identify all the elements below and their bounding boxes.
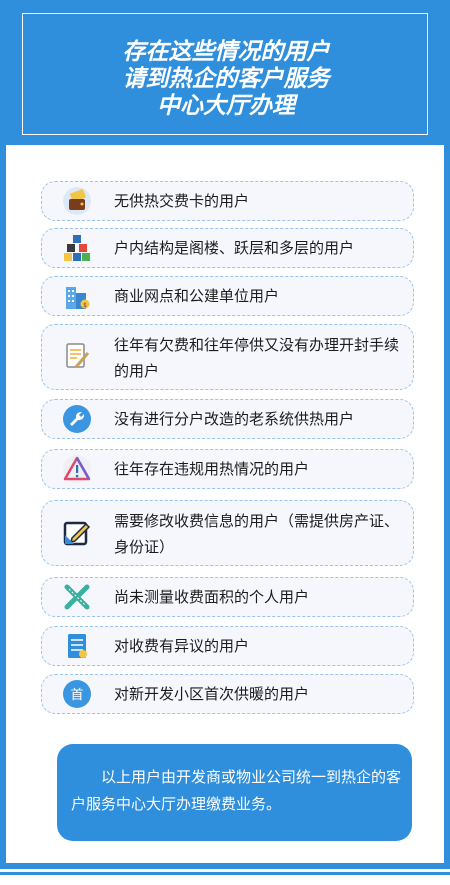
list-item: 没有进行分户改造的老系统供热用户 xyxy=(41,399,414,439)
list-item: 对收费有异议的用户 xyxy=(41,626,414,666)
list-item: 往年有欠费和往年停供又没有办理开封手续的用户 xyxy=(41,324,414,390)
warning-icon xyxy=(62,454,92,484)
footer-note-text: 以上用户由开发商或物业公司统一到热企的客户服务中心大厅办理缴费业务。 xyxy=(71,768,402,813)
list-item-label: 无供热交费卡的用户 xyxy=(114,192,250,210)
invoice-icon xyxy=(62,631,92,661)
edit-icon xyxy=(62,518,92,548)
card-wallet-icon xyxy=(62,186,92,216)
title-line-3: 中心大厅办理 xyxy=(157,92,295,119)
list-item: 需要修改收费信息的用户（需提供房产证、身份证） xyxy=(41,500,414,566)
first-badge-icon: 首 xyxy=(62,679,92,709)
title-frame: 存在这些情况的用户 请到热企的客户服务 中心大厅办理 xyxy=(22,13,428,135)
first-badge-text: 首 xyxy=(70,688,83,703)
list-item-label: 尚未测量收费面积的个人用户 xyxy=(114,588,310,606)
document-pen-icon xyxy=(62,341,92,371)
page-title: 存在这些情况的用户 请到热企的客户服务 中心大厅办理 xyxy=(23,38,429,119)
list-item: 首 对新开发小区首次供暖的用户 xyxy=(41,674,414,714)
list-item-label: 对新开发小区首次供暖的用户 xyxy=(114,685,310,703)
wrench-icon xyxy=(62,404,92,434)
bottom-border-bar xyxy=(0,863,450,869)
list-item-label: 往年有欠费和往年停供又没有办理开封手续的用户 xyxy=(114,336,400,380)
list-item: 尚未测量收费面积的个人用户 xyxy=(41,577,414,617)
list-item-label: 往年存在违规用热情况的用户 xyxy=(114,460,310,478)
list-item: 往年存在违规用热情况的用户 xyxy=(41,449,414,489)
left-border-bar xyxy=(0,145,6,863)
list-item: $ 商业网点和公建单位用户 xyxy=(41,276,414,316)
footer-note-box: 以上用户由开发商或物业公司统一到热企的客户服务中心大厅办理缴费业务。 xyxy=(57,744,412,841)
office-building-icon: $ xyxy=(62,281,92,311)
list-item-label: 没有进行分户改造的老系统供热用户 xyxy=(114,410,355,428)
list-item-label: 商业网点和公建单位用户 xyxy=(114,287,280,305)
list-item-label: 需要修改收费信息的用户（需提供房产证、身份证） xyxy=(114,512,400,556)
bottom-border-line xyxy=(0,872,450,875)
list-item-label: 户内结构是阁楼、跃层和多层的用户 xyxy=(114,239,355,257)
list-item: 无供热交费卡的用户 xyxy=(41,181,414,221)
svg-text:$: $ xyxy=(83,302,87,309)
building-blocks-icon xyxy=(62,233,92,263)
header-banner: 存在这些情况的用户 请到热企的客户服务 中心大厅办理 xyxy=(0,0,450,145)
right-border-bar xyxy=(444,145,450,863)
list-item: 户内结构是阁楼、跃层和多层的用户 xyxy=(41,228,414,268)
title-line-2: 请到热企的客户服务 xyxy=(122,65,330,92)
list-item-label: 对收费有异议的用户 xyxy=(114,637,250,655)
ruler-pencil-icon xyxy=(62,582,92,612)
title-line-1: 存在这些情况的用户 xyxy=(122,38,330,65)
